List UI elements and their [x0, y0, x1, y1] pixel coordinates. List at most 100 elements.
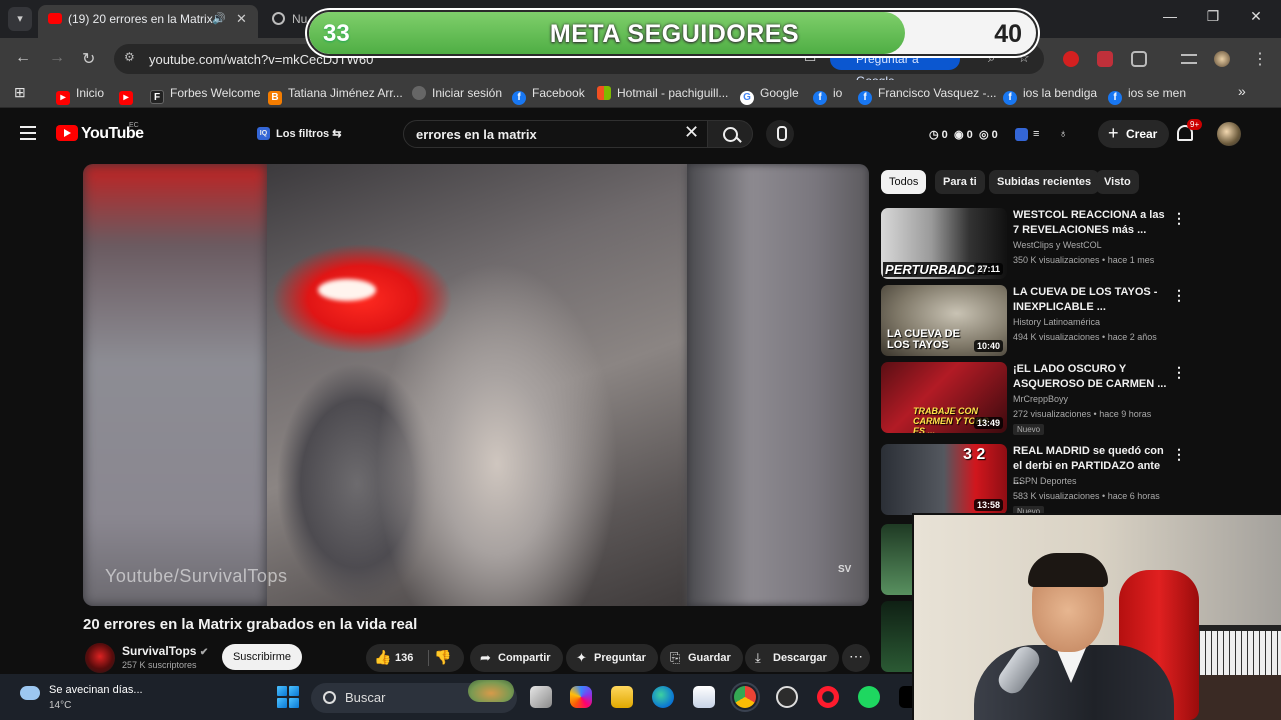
download-button[interactable]: ⤓ Descargar: [745, 644, 839, 672]
video-thumbnail[interactable]: [881, 524, 915, 595]
extension-icon[interactable]: [1063, 51, 1079, 67]
task-view-icon[interactable]: [530, 686, 552, 708]
browser-menu-icon[interactable]: ⋮: [1252, 49, 1268, 69]
copilot-icon[interactable]: [570, 686, 592, 708]
close-tab-icon[interactable]: ✕: [236, 5, 247, 33]
bookmark-google[interactable]: G Google: [740, 86, 799, 105]
media-control-icon[interactable]: [1181, 54, 1197, 64]
bookmark-ios-la-bendiga[interactable]: f ios la bendiga: [1003, 86, 1097, 105]
channel-name[interactable]: ESPN Deportes: [1013, 476, 1077, 486]
opera-icon[interactable]: [817, 686, 839, 708]
channel-name[interactable]: History Latinoamérica: [1013, 317, 1100, 327]
tab-search-button[interactable]: ▾: [8, 7, 32, 31]
channel-name[interactable]: WestClips y WestCOL: [1013, 240, 1102, 250]
chip-para-ti[interactable]: Para ti: [935, 170, 985, 194]
bookmark-francisco[interactable]: f Francisco Vasquez -...: [858, 86, 997, 105]
video-thumbnail[interactable]: PERTURBADOR 27:11: [881, 208, 1007, 279]
weather-text[interactable]: Se avecinan días...: [49, 684, 143, 696]
filters-button[interactable]: Los filtros ⇆: [252, 122, 349, 146]
extensions-puzzle-icon[interactable]: [1131, 51, 1147, 67]
country-code: EC: [129, 122, 139, 129]
video-title[interactable]: LA CUEVA DE LOS TAYOS - INEXPLICABLE ...: [1013, 285, 1168, 315]
more-options-icon[interactable]: ⋮: [1172, 364, 1186, 381]
list-icon[interactable]: ≡: [1033, 128, 1039, 140]
video-meta: 272 visualizaciones • hace 9 horas: [1013, 409, 1152, 419]
voice-search-icon[interactable]: [766, 120, 794, 148]
video-title[interactable]: ¡EL LADO OSCURO Y ASQUEROSO DE CARMEN ..…: [1013, 362, 1168, 392]
chip-todos[interactable]: Todos: [881, 170, 927, 194]
account-avatar[interactable]: [1217, 122, 1241, 146]
menu-icon[interactable]: [20, 126, 36, 140]
profile-avatar[interactable]: [1214, 51, 1230, 67]
bookmark-hotmail[interactable]: Hotmail - pachiguill...: [597, 86, 728, 100]
chip-subidas-recientes[interactable]: Subidas recientes: [989, 170, 1100, 194]
reload-icon[interactable]: ↻: [82, 49, 95, 69]
bookmark-forbes[interactable]: F Forbes Welcome: [150, 86, 260, 104]
search-button[interactable]: [707, 120, 753, 148]
clear-search-icon[interactable]: ✕: [684, 122, 699, 143]
bookmark-io[interactable]: f io: [813, 86, 842, 105]
search-input[interactable]: errores en la matrix: [403, 120, 711, 148]
video-meta: 583 K visualizaciones • hace 6 horas: [1013, 491, 1160, 501]
chrome-icon[interactable]: [734, 686, 756, 708]
more-options-icon[interactable]: ⋮: [1172, 287, 1186, 304]
chip-visto[interactable]: Visto: [1096, 170, 1139, 194]
channel-name[interactable]: SurvivalTops ✔: [122, 644, 208, 658]
recommended-video[interactable]: 3 2 13:58 REAL MADRID se quedó con el de…: [881, 444, 1186, 518]
maximize-button[interactable]: ❐: [1203, 8, 1223, 25]
thumbs-down-icon[interactable]: 👎: [434, 649, 451, 666]
bookmark-facebook[interactable]: f Facebook: [512, 86, 585, 105]
channel-name[interactable]: MrCreppBoyy: [1013, 394, 1068, 404]
video-player[interactable]: Youtube/SurvivalTops SV: [83, 164, 869, 606]
file-explorer-icon[interactable]: [611, 686, 633, 708]
video-thumbnail[interactable]: [881, 601, 915, 672]
spotify-icon[interactable]: [858, 686, 880, 708]
recommended-video[interactable]: PERTURBADOR 27:11 WESTCOL REACCIONA a la…: [881, 208, 1186, 282]
extension-icon[interactable]: [1097, 51, 1113, 67]
minimize-button[interactable]: —: [1160, 8, 1180, 24]
forward-icon[interactable]: →: [49, 49, 65, 67]
subscribe-button[interactable]: Suscribirme: [222, 644, 302, 670]
blurred-side: [687, 164, 869, 606]
speaker-icon[interactable]: 🔊: [212, 5, 226, 33]
helmet-highlight: [318, 279, 376, 301]
facebook-icon: f: [813, 91, 827, 105]
more-bookmarks-icon[interactable]: »: [1238, 83, 1246, 99]
bookmark-inicio[interactable]: ▸ Inicio: [56, 86, 104, 105]
create-button[interactable]: Crear: [1098, 120, 1170, 148]
obs-icon[interactable]: [776, 686, 798, 708]
youtube-logo-icon[interactable]: [56, 125, 78, 141]
award-icon[interactable]: ♁: [1059, 128, 1067, 140]
video-thumbnail[interactable]: LA CUEVA DE LOS TAYOS 10:40: [881, 285, 1007, 356]
channel-avatar[interactable]: [85, 643, 115, 673]
back-icon[interactable]: ←: [15, 49, 31, 67]
bookmark-iniciar-sesion[interactable]: Iniciar sesión: [412, 86, 502, 100]
bookmark-tatiana[interactable]: B Tatiana Jiménez Arr...: [268, 86, 403, 105]
extension-icon[interactable]: [1015, 128, 1028, 141]
thumbs-up-icon[interactable]: 👍: [374, 649, 391, 666]
save-button[interactable]: ⎘ Guardar: [660, 644, 743, 672]
share-button[interactable]: ➦ Compartir: [470, 644, 563, 672]
sparkle-icon: ✦: [576, 650, 587, 665]
recommended-video[interactable]: LA CUEVA DE LOS TAYOS 10:40 LA CUEVA DE …: [881, 285, 1186, 359]
ask-button[interactable]: ✦ Preguntar: [566, 644, 658, 672]
tab-youtube[interactable]: (19) 20 errores en la Matrix 🔊 ✕: [38, 5, 258, 38]
more-actions-icon[interactable]: ⋯: [842, 644, 870, 672]
more-options-icon[interactable]: ⋮: [1172, 210, 1186, 227]
video-thumbnail[interactable]: 3 2 13:58: [881, 444, 1007, 515]
more-options-icon[interactable]: ⋮: [1172, 446, 1186, 463]
like-count[interactable]: 136: [395, 652, 413, 664]
bookmark-ios-se-men[interactable]: f ios se men: [1108, 86, 1186, 105]
apps-grid-icon[interactable]: ⊞: [14, 84, 26, 101]
edge-icon[interactable]: [652, 686, 674, 708]
site-info-icon[interactable]: ⚙: [124, 50, 135, 64]
start-button[interactable]: [277, 686, 299, 708]
close-window-button[interactable]: ✕: [1246, 8, 1266, 25]
recommended-video[interactable]: TRABAJE CON CARMEN Y TODO ES ... 13:49 ¡…: [881, 362, 1186, 436]
like-dislike-group: 👍 👎: [366, 644, 464, 672]
weather-icon[interactable]: [20, 686, 40, 700]
video-thumbnail[interactable]: TRABAJE CON CARMEN Y TODO ES ... 13:49: [881, 362, 1007, 433]
bookmark-youtube[interactable]: ▸: [119, 86, 139, 105]
video-title[interactable]: WESTCOL REACCIONA a las 7 REVELACIONES m…: [1013, 208, 1168, 238]
store-icon[interactable]: [693, 686, 715, 708]
